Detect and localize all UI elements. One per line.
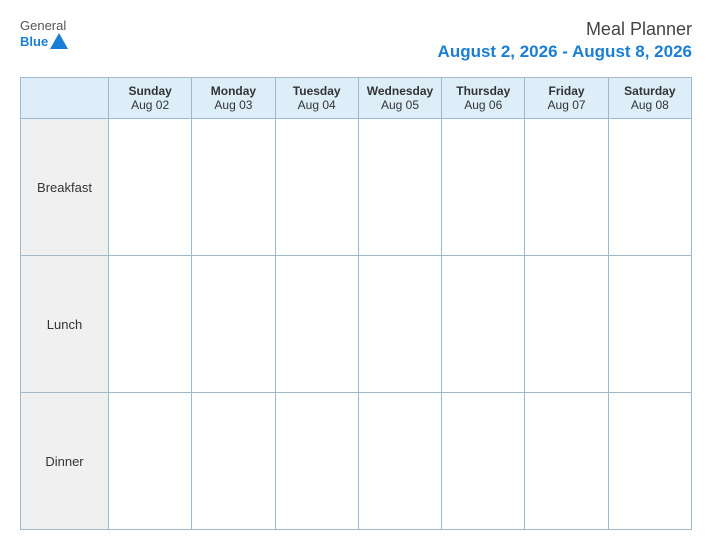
dinner-wednesday[interactable]	[358, 393, 441, 530]
day-date-monday: Aug 03	[196, 98, 270, 112]
day-date-tuesday: Aug 04	[280, 98, 354, 112]
dinner-label: Dinner	[21, 393, 109, 530]
lunch-monday[interactable]	[192, 256, 275, 393]
dinner-thursday[interactable]	[442, 393, 525, 530]
logo-icon	[50, 33, 68, 49]
lunch-thursday[interactable]	[442, 256, 525, 393]
day-name-sunday: Sunday	[113, 84, 187, 98]
breakfast-friday[interactable]	[525, 119, 608, 256]
dinner-sunday[interactable]	[109, 393, 192, 530]
lunch-friday[interactable]	[525, 256, 608, 393]
logo-general: General	[20, 18, 66, 33]
logo-blue: Blue	[20, 34, 48, 49]
breakfast-wednesday[interactable]	[358, 119, 441, 256]
day-name-saturday: Saturday	[613, 84, 687, 98]
breakfast-saturday[interactable]	[608, 119, 691, 256]
breakfast-row: Breakfast	[21, 119, 692, 256]
day-col-wednesday: Wednesday Aug 05	[358, 78, 441, 119]
day-date-wednesday: Aug 05	[363, 98, 437, 112]
page: General Blue Meal Planner August 2, 2026…	[0, 0, 712, 550]
calendar-header-row: Sunday Aug 02 Monday Aug 03 Tuesday Aug …	[21, 78, 692, 119]
day-date-thursday: Aug 06	[446, 98, 520, 112]
lunch-sunday[interactable]	[109, 256, 192, 393]
day-col-thursday: Thursday Aug 06	[442, 78, 525, 119]
day-col-saturday: Saturday Aug 08	[608, 78, 691, 119]
dinner-saturday[interactable]	[608, 393, 691, 530]
day-date-sunday: Aug 02	[113, 98, 187, 112]
lunch-row: Lunch	[21, 256, 692, 393]
meal-calendar: Sunday Aug 02 Monday Aug 03 Tuesday Aug …	[20, 77, 692, 530]
day-name-friday: Friday	[529, 84, 603, 98]
day-name-wednesday: Wednesday	[363, 84, 437, 98]
day-name-tuesday: Tuesday	[280, 84, 354, 98]
dinner-friday[interactable]	[525, 393, 608, 530]
day-date-saturday: Aug 08	[613, 98, 687, 112]
meal-planner-title: Meal Planner	[438, 18, 692, 41]
lunch-wednesday[interactable]	[358, 256, 441, 393]
dinner-row: Dinner	[21, 393, 692, 530]
header: General Blue Meal Planner August 2, 2026…	[20, 18, 692, 63]
breakfast-tuesday[interactable]	[275, 119, 358, 256]
date-range: August 2, 2026 - August 8, 2026	[438, 41, 692, 63]
corner-cell	[21, 78, 109, 119]
dinner-tuesday[interactable]	[275, 393, 358, 530]
day-col-monday: Monday Aug 03	[192, 78, 275, 119]
day-col-friday: Friday Aug 07	[525, 78, 608, 119]
day-col-tuesday: Tuesday Aug 04	[275, 78, 358, 119]
breakfast-monday[interactable]	[192, 119, 275, 256]
day-name-thursday: Thursday	[446, 84, 520, 98]
day-date-friday: Aug 07	[529, 98, 603, 112]
breakfast-label: Breakfast	[21, 119, 109, 256]
day-name-monday: Monday	[196, 84, 270, 98]
day-col-sunday: Sunday Aug 02	[109, 78, 192, 119]
title-block: Meal Planner August 2, 2026 - August 8, …	[438, 18, 692, 63]
breakfast-sunday[interactable]	[109, 119, 192, 256]
lunch-tuesday[interactable]	[275, 256, 358, 393]
lunch-label: Lunch	[21, 256, 109, 393]
lunch-saturday[interactable]	[608, 256, 691, 393]
logo: General Blue	[20, 18, 68, 49]
dinner-monday[interactable]	[192, 393, 275, 530]
breakfast-thursday[interactable]	[442, 119, 525, 256]
